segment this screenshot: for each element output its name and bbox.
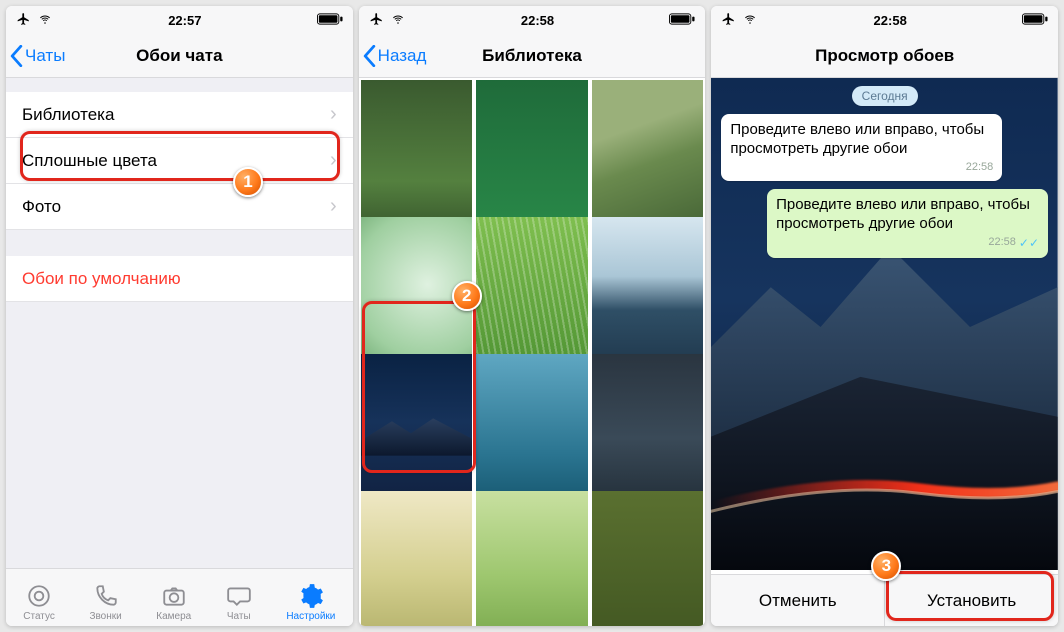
screen-library: 22:58 Назад Библиотека <box>359 6 706 626</box>
back-label: Чаты <box>25 46 65 66</box>
wallpaper-grid <box>359 78 706 626</box>
tab-chats-label: Чаты <box>227 611 251 622</box>
airplane-icon <box>16 12 31 29</box>
row-photo[interactable]: Фото › <box>6 184 353 230</box>
read-ticks-icon: ✓✓ <box>1019 236 1039 251</box>
wallpaper-thumb[interactable] <box>361 491 473 626</box>
date-pill: Сегодня <box>852 86 918 106</box>
tab-status-label: Статус <box>23 611 55 622</box>
chat-preview-area: Сегодня Проведите влево или вправо, чтоб… <box>711 78 1058 574</box>
battery-icon <box>1022 13 1048 28</box>
tab-chats[interactable]: Чаты <box>226 583 252 622</box>
back-button[interactable]: Чаты <box>6 45 65 67</box>
tab-calls-label: Звонки <box>89 611 121 622</box>
tab-calls[interactable]: Звонки <box>89 583 121 622</box>
nav-bar: Чаты Обои чата <box>6 34 353 78</box>
cancel-label: Отменить <box>759 591 837 611</box>
status-time: 22:58 <box>874 13 907 28</box>
back-label: Назад <box>378 46 427 66</box>
wallpaper-preview[interactable]: Сегодня Проведите влево или вправо, чтоб… <box>711 78 1058 574</box>
cancel-button[interactable]: Отменить <box>711 575 884 626</box>
nav-bar: Просмотр обоев <box>711 34 1058 78</box>
set-button[interactable]: Установить <box>884 575 1058 626</box>
wallpaper-options-list: Библиотека › Сплошные цвета › Фото › <box>6 92 353 230</box>
status-bar: 22:57 <box>6 6 353 34</box>
chevron-right-icon: › <box>330 149 337 172</box>
battery-icon <box>317 13 343 28</box>
tab-camera[interactable]: Камера <box>156 583 191 622</box>
outgoing-message: Проведите влево или вправо, чтобы просмо… <box>767 189 1048 258</box>
row-solid-label: Сплошные цвета <box>22 151 157 171</box>
message-timestamp: 22:58 <box>966 161 994 175</box>
back-button[interactable]: Назад <box>359 45 427 67</box>
chevron-right-icon: › <box>330 195 337 218</box>
tab-camera-label: Камера <box>156 611 191 622</box>
tab-settings-label: Настройки <box>286 611 335 622</box>
incoming-message: Проведите влево или вправо, чтобы просмо… <box>721 114 1002 181</box>
tab-status[interactable]: Статус <box>23 583 55 622</box>
nav-title: Просмотр обоев <box>711 46 1058 66</box>
wallpaper-thumb[interactable] <box>476 491 588 626</box>
screen-preview: 22:58 Просмотр обоев <box>711 6 1058 626</box>
nav-bar: Назад Библиотека <box>359 34 706 78</box>
tab-settings[interactable]: Настройки <box>286 583 335 622</box>
message-timestamp: 22:58 <box>988 236 1016 250</box>
preview-action-bar: Отменить Установить <box>711 574 1058 626</box>
status-bar: 22:58 <box>359 6 706 34</box>
chevron-right-icon: › <box>330 103 337 126</box>
status-time: 22:58 <box>521 13 554 28</box>
wifi-icon <box>742 13 758 28</box>
screen-wallpaper-settings: 22:57 Чаты Обои чата Библиотека › Сплошн… <box>6 6 353 626</box>
status-time: 22:57 <box>168 13 201 28</box>
wifi-icon <box>37 13 53 28</box>
wallpaper-thumb[interactable] <box>592 491 704 626</box>
row-library[interactable]: Библиотека › <box>6 92 353 138</box>
row-reset-label: Обои по умолчанию <box>22 269 181 289</box>
airplane-icon <box>721 12 736 29</box>
message-text: Проведите влево или вправо, чтобы просмо… <box>776 196 1039 234</box>
message-text: Проведите влево или вправо, чтобы просмо… <box>730 121 993 159</box>
row-library-label: Библиотека <box>22 105 114 125</box>
battery-icon <box>669 13 695 28</box>
row-solid-colors[interactable]: Сплошные цвета › <box>6 138 353 184</box>
tab-bar: Статус Звонки Камера Чаты Настройки <box>6 568 353 626</box>
status-bar: 22:58 <box>711 6 1058 34</box>
row-reset-default[interactable]: Обои по умолчанию <box>6 256 353 302</box>
airplane-icon <box>369 12 384 29</box>
wifi-icon <box>390 13 406 28</box>
row-photo-label: Фото <box>22 197 61 217</box>
set-label: Установить <box>927 591 1016 611</box>
